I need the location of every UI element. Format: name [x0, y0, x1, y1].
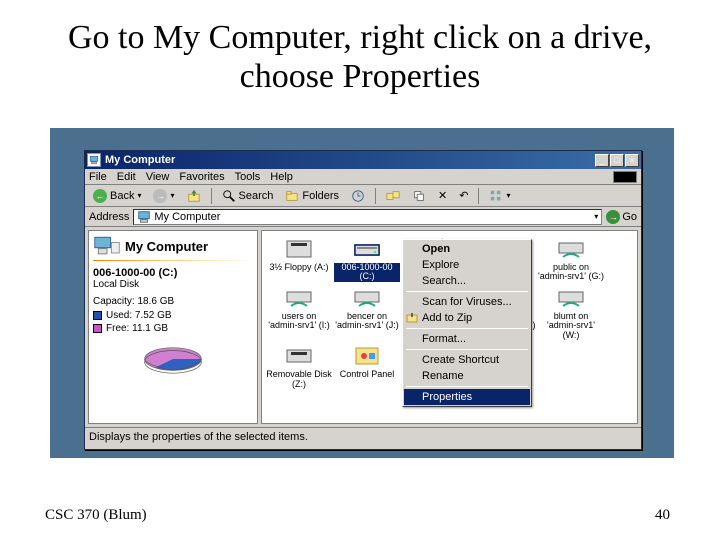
address-label: Address	[89, 211, 129, 223]
sidebar-heading: My Computer	[125, 239, 208, 254]
free-swatch	[93, 324, 102, 333]
folders-button[interactable]: Folders	[281, 188, 343, 204]
chevron-down-icon[interactable]: ▾	[594, 212, 598, 221]
drive-c-selected[interactable]: 006-1000-00 (C:)	[334, 237, 400, 282]
up-button[interactable]	[183, 188, 205, 204]
address-text: My Computer	[154, 211, 220, 223]
computer-icon	[137, 210, 151, 224]
titlebar[interactable]: My Computer _ □ ×	[85, 151, 641, 169]
address-bar: Address My Computer ▾ →Go	[85, 207, 641, 227]
views-button[interactable]: ▾	[485, 188, 514, 204]
menu-help[interactable]: Help	[270, 171, 293, 183]
back-button[interactable]: ←Back▾	[89, 188, 145, 204]
history-button[interactable]	[347, 188, 369, 204]
ctx-explore[interactable]: Explore	[404, 257, 530, 273]
zip-icon	[406, 312, 418, 324]
menubar: File Edit View Favorites Tools Help	[85, 169, 641, 185]
delete-button[interactable]: ✕	[434, 188, 451, 203]
ctx-scan-viruses[interactable]: Scan for Viruses...	[404, 294, 530, 310]
move-to-button[interactable]	[382, 188, 404, 204]
capacity-line: Capacity: 18.6 GB	[93, 296, 253, 307]
drive-net-blumt[interactable]: blumt on 'admin-srv1' (W:)	[538, 286, 604, 340]
context-menu: Open Explore Search... Scan for Viruses.…	[402, 239, 532, 407]
drive-net-bencer[interactable]: bencer on 'admin-srv1' (J:)	[334, 286, 400, 340]
ctx-rename[interactable]: Rename	[404, 368, 530, 384]
selected-drive-name: 006-1000-00 (C:)	[93, 267, 253, 279]
search-button[interactable]: Search	[218, 188, 278, 204]
selected-drive-type: Local Disk	[93, 279, 253, 290]
ctx-search[interactable]: Search...	[404, 273, 530, 289]
status-text: Displays the properties of the selected …	[89, 431, 308, 443]
slide-title: Go to My Computer, right click on a driv…	[0, 0, 720, 106]
maximize-button[interactable]: □	[610, 154, 624, 167]
screenshot-stage: My Computer _ □ × File Edit View Favorit…	[50, 128, 674, 458]
drives-area[interactable]: 3½ Floppy (A:) 006-1000-00 (C:) ♪Audio C…	[261, 230, 638, 424]
used-swatch	[93, 311, 102, 320]
menu-tools[interactable]: Tools	[235, 171, 261, 183]
go-button[interactable]: →Go	[606, 210, 637, 224]
used-label: Used: 7.52 GB	[106, 310, 172, 321]
ctx-open[interactable]: Open	[404, 241, 530, 257]
copy-to-button[interactable]	[408, 188, 430, 204]
address-input[interactable]: My Computer ▾	[133, 209, 602, 225]
toolbar: ←Back▾ →▾ Search Folders ✕ ↶ ▾	[85, 185, 641, 207]
ctx-format[interactable]: Format...	[404, 331, 530, 347]
window-title: My Computer	[105, 154, 595, 166]
drive-net-users[interactable]: users on 'admin-srv1' (I:)	[266, 286, 332, 340]
usage-pie	[93, 342, 253, 376]
close-button[interactable]: ×	[625, 154, 639, 167]
undo-button[interactable]: ↶	[455, 188, 472, 203]
menu-file[interactable]: File	[89, 171, 107, 183]
status-bar: Displays the properties of the selected …	[85, 427, 641, 445]
drive-floppy-a[interactable]: 3½ Floppy (A:)	[266, 237, 332, 282]
ctx-add-to-zip[interactable]: Add to Zip	[404, 310, 530, 326]
sidebar-panel: My Computer 006-1000-00 (C:) Local Disk …	[88, 230, 258, 424]
menu-view[interactable]: View	[146, 171, 170, 183]
ctx-create-shortcut[interactable]: Create Shortcut	[404, 352, 530, 368]
my-computer-icon	[93, 235, 121, 257]
drive-removable-z[interactable]: Removable Disk (Z:)	[266, 344, 332, 389]
windows-flag-icon	[613, 171, 637, 183]
ctx-properties[interactable]: Properties	[404, 389, 530, 405]
explorer-window: My Computer _ □ × File Edit View Favorit…	[84, 150, 642, 450]
minimize-button[interactable]: _	[595, 154, 609, 167]
slide-number: 40	[655, 507, 670, 524]
control-panel-item[interactable]: Control Panel	[334, 344, 400, 389]
free-label: Free: 11.1 GB	[106, 323, 168, 334]
drive-net-public[interactable]: public on 'admin-srv1' (G:)	[538, 237, 604, 282]
forward-button: →▾	[149, 188, 178, 204]
menu-favorites[interactable]: Favorites	[179, 171, 224, 183]
menu-edit[interactable]: Edit	[117, 171, 136, 183]
slide-footer-left: CSC 370 (Blum)	[45, 507, 147, 524]
computer-icon	[87, 153, 101, 167]
